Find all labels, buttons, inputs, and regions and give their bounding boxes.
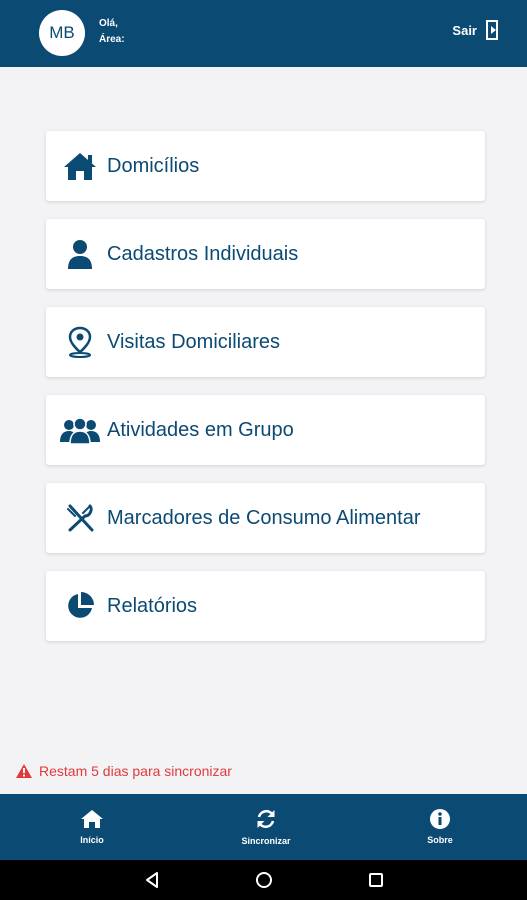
- tab-label: Sobre: [427, 835, 453, 845]
- back-button[interactable]: [132, 860, 172, 900]
- person-icon: [46, 239, 107, 269]
- group-icon: [46, 416, 107, 444]
- avatar-initials: MB: [49, 23, 75, 42]
- area-text: Área:: [99, 34, 125, 45]
- menu-item-label: Atividades em Grupo: [107, 418, 294, 441]
- sync-warning: Restam 5 dias para sincronizar: [15, 763, 232, 779]
- system-navigation-bar: [0, 860, 527, 900]
- tab-sobre[interactable]: Sobre: [380, 794, 500, 860]
- menu-item-domicilios[interactable]: Domicílios: [46, 131, 485, 201]
- menu-item-visitas-domiciliares[interactable]: Visitas Domiciliares: [46, 307, 485, 377]
- recents-icon: [369, 873, 383, 887]
- info-icon: [430, 809, 450, 829]
- sync-icon: [257, 809, 275, 829]
- menu-item-marcadores-consumo-alimentar[interactable]: Marcadores de Consumo Alimentar: [46, 483, 485, 553]
- greeting-block: Olá, Área:: [99, 16, 125, 48]
- pie-chart-icon: [46, 591, 107, 621]
- recents-button[interactable]: [356, 860, 396, 900]
- logout-icon: [486, 20, 498, 40]
- menu-item-label: Visitas Domiciliares: [107, 330, 281, 353]
- tab-label: Sincronizar: [241, 836, 291, 846]
- tab-label: Início: [80, 835, 104, 845]
- main-menu: Domicílios Cadastros Individuais Visitas…: [46, 131, 485, 659]
- home-icon: [81, 810, 103, 828]
- home-icon: [46, 151, 107, 181]
- logout-label: Sair: [452, 22, 477, 38]
- tab-inicio[interactable]: Início: [32, 794, 152, 860]
- logout-button[interactable]: Sair: [452, 19, 501, 41]
- menu-item-atividades-em-grupo[interactable]: Atividades em Grupo: [46, 395, 485, 465]
- tab-sincronizar[interactable]: Sincronizar: [206, 794, 326, 860]
- menu-item-label: Marcadores de Consumo Alimentar: [107, 506, 421, 529]
- menu-item-relatorios[interactable]: Relatórios: [46, 571, 485, 641]
- menu-item-label: Relatórios: [107, 594, 198, 617]
- top-app-bar: MB Olá, Área: Sair: [0, 0, 527, 67]
- home-nav-button[interactable]: [244, 860, 284, 900]
- map-pin-icon: [46, 326, 107, 358]
- back-icon: [146, 872, 158, 888]
- menu-item-label: Cadastros Individuais: [107, 242, 299, 265]
- avatar[interactable]: MB: [39, 10, 85, 56]
- menu-item-cadastros-individuais[interactable]: Cadastros Individuais: [46, 219, 485, 289]
- sync-warning-text: Restam 5 dias para sincronizar: [39, 763, 232, 779]
- cutlery-icon: [46, 504, 107, 532]
- home-circle-icon: [256, 872, 272, 888]
- bottom-navigation: Início Sincronizar Sobre: [0, 794, 527, 860]
- greeting-text: Olá,: [99, 18, 118, 29]
- warning-icon: [16, 764, 32, 778]
- menu-item-label: Domicílios: [107, 154, 200, 177]
